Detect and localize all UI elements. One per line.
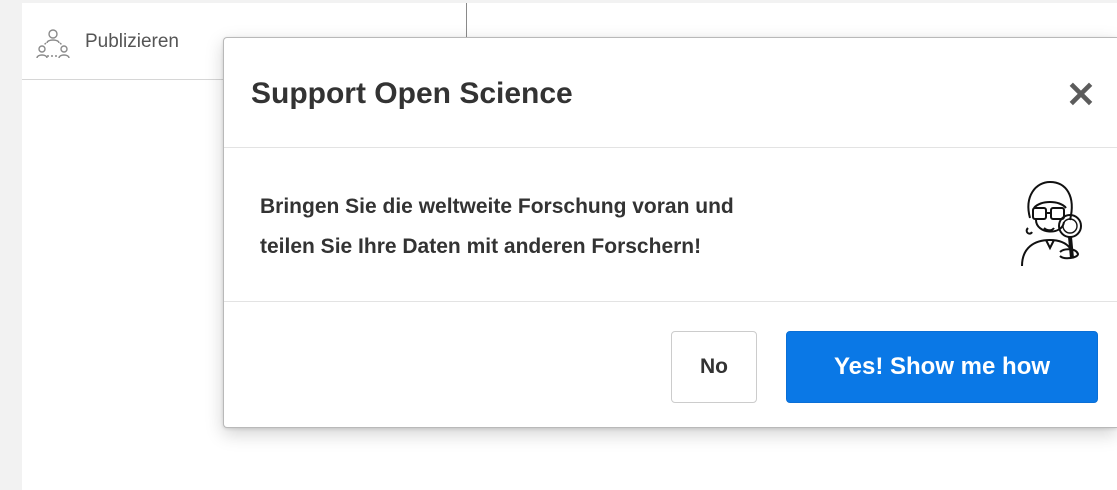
dialog-message: Bringen Sie die weltweite Forschung vora… xyxy=(260,187,960,267)
no-button[interactable]: No xyxy=(671,331,757,403)
dialog-title: Support Open Science xyxy=(251,77,573,110)
users-network-icon xyxy=(34,25,72,63)
nav-item-label: Publizieren xyxy=(85,31,179,52)
close-icon[interactable]: ✕ xyxy=(1063,77,1099,113)
dialog-body: Bringen Sie die weltweite Forschung vora… xyxy=(224,148,1117,302)
support-open-science-dialog: Support Open Science ✕ Bringen Sie die w… xyxy=(223,37,1117,428)
researcher-magnifier-icon xyxy=(1016,178,1084,270)
yes-show-me-how-button[interactable]: Yes! Show me how xyxy=(786,331,1098,403)
dialog-header: Support Open Science ✕ xyxy=(224,38,1117,148)
nav-divider xyxy=(466,3,467,38)
dialog-message-line1: Bringen Sie die weltweite Forschung vora… xyxy=(260,195,734,218)
dialog-message-line2: teilen Sie Ihre Daten mit anderen Forsch… xyxy=(260,235,702,258)
